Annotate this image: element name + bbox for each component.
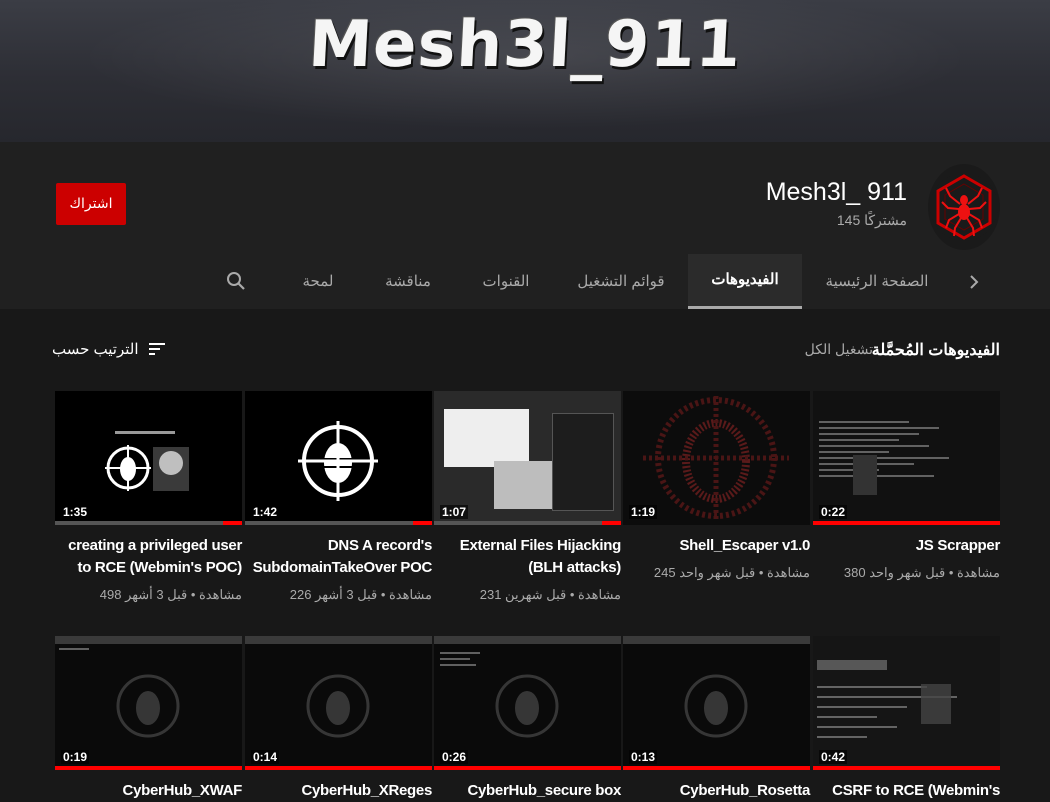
tab-channels[interactable]: القنوات: [472, 254, 540, 309]
watch-progress: [55, 521, 242, 525]
tab-home[interactable]: الصفحة الرئيسية: [812, 254, 942, 309]
video-duration: 1:35: [61, 505, 90, 519]
video-duration: 0:14: [251, 750, 280, 764]
section-title: الفيديوهات المُحمَّلة: [871, 342, 1000, 359]
video-title[interactable]: CyberHub_XReges: [245, 780, 432, 802]
watch-progress-fill: [434, 766, 621, 770]
video-thumbnail[interactable]: 0:19: [55, 636, 242, 770]
video-title[interactable]: Shell_Escaper v1.0: [623, 535, 810, 557]
spider-avatar-icon: [930, 173, 998, 241]
video-card[interactable]: 0:19 CyberHub_XWAF: [55, 636, 242, 802]
watch-progress: [55, 766, 242, 770]
video-card[interactable]: 0:13 CyberHub_Rosetta: [623, 636, 810, 802]
sort-label: الترتيب حسب: [52, 341, 139, 358]
watch-progress-fill: [602, 521, 621, 525]
video-meta: 245 مشاهدة • قبل شهر واحد: [653, 565, 810, 580]
channel-tabs: الصفحة الرئيسية الفيديوهات قوائم التشغيل…: [0, 254, 1050, 309]
video-duration: 0:19: [61, 750, 90, 764]
subscribe-button[interactable]: اشتراك: [56, 183, 126, 225]
video-duration: 0:42: [819, 750, 848, 764]
video-title[interactable]: CyberHub_secure box: [434, 780, 621, 802]
channel-name[interactable]: Mesh3l_ 911: [766, 178, 907, 207]
video-card[interactable]: 1:07 External Files Hijacking (BLH attac…: [434, 391, 621, 603]
tab-videos[interactable]: الفيديوهات: [688, 254, 802, 309]
video-card[interactable]: 0:42 CSRF to RCE (Webmin's: [813, 636, 1000, 802]
video-thumbnail[interactable]: 0:42: [813, 636, 1000, 770]
chevron-right-icon: [970, 275, 979, 289]
video-thumbnail[interactable]: 1:07: [434, 391, 621, 525]
video-title[interactable]: CSRF to RCE (Webmin's: [813, 780, 1000, 802]
tab-discussion[interactable]: مناقشة: [378, 254, 438, 309]
video-card[interactable]: 0:26 CyberHub_secure box: [434, 636, 621, 802]
video-card[interactable]: 1:19 Shell_Escaper v1.0 245 مشاهدة • قبل…: [623, 391, 810, 581]
video-card[interactable]: 0:14 CyberHub_XReges: [245, 636, 432, 802]
watch-progress: [623, 521, 810, 525]
video-title[interactable]: CyberHub_Rosetta: [623, 780, 811, 802]
watch-progress-fill: [813, 521, 1000, 525]
video-meta: 498 مشاهدة • قبل 3 أشهر: [99, 587, 242, 602]
video-meta: 231 مشاهدة • قبل شهرين: [479, 587, 621, 602]
video-duration: 1:19: [629, 505, 658, 519]
watch-progress-fill: [623, 766, 810, 770]
video-card[interactable]: 0:22 JS Scrapper 380 مشاهدة • قبل شهر وا…: [813, 391, 1000, 581]
watch-progress-fill: [55, 766, 242, 770]
watch-progress: [623, 766, 810, 770]
video-title[interactable]: JS Scrapper: [813, 535, 1001, 557]
video-thumbnail[interactable]: 0:14: [245, 636, 432, 770]
watch-progress-fill: [413, 521, 432, 525]
video-duration: 0:26: [440, 750, 469, 764]
sort-icon: [148, 343, 165, 355]
channel-search-button[interactable]: [224, 269, 248, 293]
subscriber-count: 145 مشتركًا: [836, 212, 907, 228]
watch-progress: [434, 766, 621, 770]
channel-header: اشتراك Mesh3l_ 911 145 مشتركًا الصفحة ال…: [0, 142, 1050, 309]
sort-by-button[interactable]: الترتيب حسب: [52, 338, 167, 360]
video-title[interactable]: creating a privileged user to RCE (Webmi…: [55, 535, 242, 579]
video-thumbnail[interactable]: 1:19: [623, 391, 810, 525]
video-title[interactable]: External Files Hijacking (BLH attacks): [434, 535, 622, 579]
desktop-screenshot: [444, 409, 529, 467]
watch-progress: [813, 521, 1000, 525]
search-icon: [227, 272, 245, 290]
video-thumbnail[interactable]: 1:35: [55, 391, 242, 525]
watch-progress: [245, 521, 432, 525]
watch-progress: [813, 766, 1000, 770]
watch-progress-fill: [223, 521, 242, 525]
watch-progress-fill: [245, 766, 432, 770]
video-duration: 1:42: [251, 505, 280, 519]
video-thumbnail[interactable]: 1:42: [245, 391, 432, 525]
video-meta: 380 مشاهدة • قبل شهر واحد: [843, 565, 1000, 580]
channel-banner: Mesh3l_911: [0, 0, 1050, 142]
desktop-screenshot-terminal: [552, 413, 614, 511]
video-thumbnail[interactable]: 0:22: [813, 391, 1000, 525]
video-title[interactable]: CyberHub_XWAF: [55, 780, 243, 802]
video-thumbnail[interactable]: 0:26: [434, 636, 621, 770]
video-duration: 1:07: [440, 505, 469, 519]
video-thumbnail[interactable]: 0:13: [623, 636, 810, 770]
banner-title: Mesh3l_911: [306, 8, 744, 82]
video-title[interactable]: DNS A record's SubdomainTakeOver POC: [245, 535, 433, 579]
watch-progress-fill: [813, 766, 1000, 770]
tab-playlists[interactable]: قوائم التشغيل: [570, 254, 672, 309]
tabs-scroll-button[interactable]: [962, 254, 986, 309]
watch-progress: [434, 521, 621, 525]
tab-about[interactable]: لمحة: [296, 254, 340, 309]
channel-avatar[interactable]: [928, 164, 1000, 250]
desktop-screenshot-window: [494, 461, 554, 509]
video-card[interactable]: 1:35 creating a privileged user to RCE (…: [55, 391, 242, 603]
video-card[interactable]: 1:42 DNS A record's SubdomainTakeOver PO…: [245, 391, 432, 603]
video-duration: 0:22: [819, 505, 848, 519]
video-meta: 226 مشاهدة • قبل 3 أشهر: [289, 587, 432, 602]
play-all-button[interactable]: تشغيل الكل: [805, 341, 873, 358]
watch-progress: [245, 766, 432, 770]
video-duration: 0:13: [629, 750, 658, 764]
